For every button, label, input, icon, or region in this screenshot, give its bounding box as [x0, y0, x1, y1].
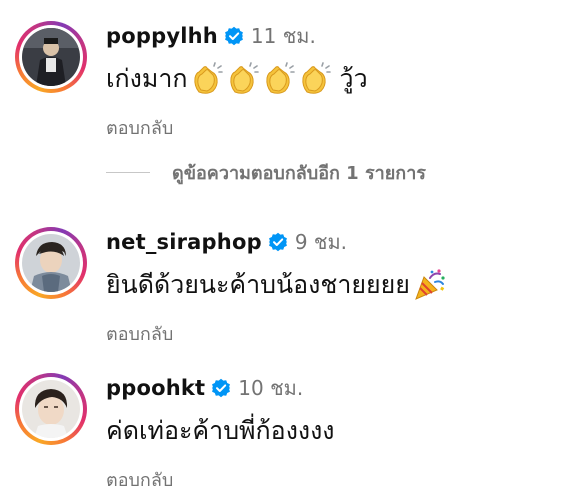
reply-button[interactable]: ตอบกลับ: [106, 319, 173, 348]
comment-header: poppylhh 11 ชม.: [106, 22, 316, 50]
comment-header: ppoohkt 10 ชม.: [106, 374, 303, 402]
clapping-hands-icon: [226, 62, 260, 96]
avatar[interactable]: [15, 227, 87, 299]
reply-button[interactable]: ตอบกลับ: [106, 465, 173, 493]
timestamp: 10 ชม.: [238, 376, 304, 400]
timestamp: 9 ชม.: [294, 230, 348, 254]
clapping-hands-icon: [190, 62, 224, 96]
comment-body: ค่ดเท่อะค้าบพี่ก้องงงง: [106, 416, 335, 445]
clapping-hands-icon: [298, 62, 332, 96]
comment-body-suffix: วู้ว: [339, 64, 368, 93]
comment-text: เก่งมาก วู้ว: [106, 61, 368, 97]
comment-text: ค่ดเท่อะค้าบพี่ก้องงงง: [106, 413, 335, 449]
comment-body: ยินดีด้วยนะค้าบน้องชายยยย: [106, 270, 410, 299]
comment-header: net_siraphop 9 ชม.: [106, 228, 347, 256]
verified-badge-icon: [224, 26, 244, 46]
username[interactable]: net_siraphop: [106, 230, 262, 254]
timestamp: 11 ชม.: [250, 24, 316, 48]
avatar-photo: [22, 234, 80, 292]
avatar-photo: [22, 28, 80, 86]
clapping-hands-icon: [262, 62, 296, 96]
verified-badge-icon: [211, 378, 231, 398]
username[interactable]: ppoohkt: [106, 376, 205, 400]
comment-body: เก่งมาก: [106, 64, 188, 93]
verified-badge-icon: [268, 232, 288, 252]
comments-list: poppylhh 11 ชม. เก่งมาก วู้ว ตอบกลับ ดูข…: [0, 0, 570, 493]
view-more-replies-label: ดูข้อความตอบกลับอีก 1 รายการ: [172, 162, 426, 184]
avatar[interactable]: [15, 21, 87, 93]
username[interactable]: poppylhh: [106, 24, 218, 48]
reply-button[interactable]: ตอบกลับ: [106, 113, 173, 142]
party-popper-icon: [412, 268, 446, 302]
avatar-photo: [22, 380, 80, 438]
divider: [106, 171, 150, 173]
avatar[interactable]: [15, 373, 87, 445]
view-more-replies-button[interactable]: ดูข้อความตอบกลับอีก 1 รายการ: [106, 160, 426, 184]
comment-text: ยินดีด้วยนะค้าบน้องชายยยย: [106, 267, 446, 303]
